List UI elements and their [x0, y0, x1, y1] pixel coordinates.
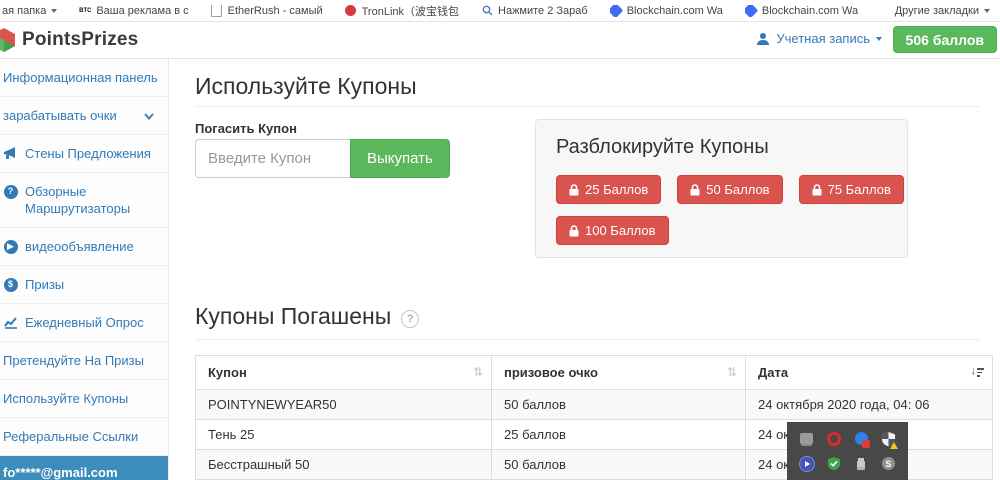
help-icon[interactable]: ? — [401, 310, 419, 328]
sort-desc-icon[interactable]: ↓ — [971, 365, 985, 378]
bookmark-label: Blockchain.com Wa — [627, 5, 723, 17]
screen: ая папка BTC Ваша реклама в с EtherRush … — [0, 0, 1000, 480]
unlock-panel-title: Разблокируйте Купоны — [556, 136, 769, 159]
opera-tray-icon[interactable] — [826, 431, 842, 447]
bookmark-item[interactable]: Нажмите 2 Зараб — [481, 5, 588, 17]
question-circle-icon: ? — [3, 184, 18, 199]
chevron-down-icon — [51, 9, 57, 13]
blockchain-icon — [745, 5, 757, 17]
stamp-tray-icon[interactable] — [853, 456, 869, 472]
blockchain-icon — [610, 5, 622, 17]
magnifier-icon — [481, 5, 493, 17]
antivirus-tray-icon[interactable] — [826, 456, 842, 472]
sidebar-item-dashboard[interactable]: Информационная панель — [0, 59, 168, 97]
document-icon — [211, 5, 223, 17]
notification-email: fo*****@gmail.com — [3, 464, 162, 480]
unlock-75-points-button[interactable]: 75 Баллов — [799, 175, 904, 204]
notes-tray-icon[interactable] — [799, 431, 815, 447]
prize-icon: $ — [3, 277, 18, 292]
sidebar-item-earn-points[interactable]: зарабатывать очки — [0, 97, 168, 135]
unlock-25-points-button[interactable]: 25 Баллов — [556, 175, 661, 204]
media-player-tray-icon[interactable] — [799, 456, 815, 472]
other-bookmarks-button[interactable]: Другие закладки — [895, 5, 990, 17]
person-icon — [756, 32, 770, 46]
redeem-coupon-label: Погасить Купон — [195, 121, 297, 136]
other-bookmarks-label: Другие закладки — [895, 5, 979, 17]
bookmark-item[interactable]: BTC Ваша реклама в с — [79, 5, 188, 17]
column-header-points[interactable]: призовое очко ⇅ — [492, 356, 746, 390]
lock-icon — [690, 184, 700, 196]
lock-icon — [569, 225, 579, 237]
sidebar-item-daily-poll[interactable]: Ежедневный Опрос — [0, 304, 168, 342]
redeemed-coupons-title: Купоны Погашены ? — [195, 303, 419, 330]
defender-shield-tray-icon[interactable] — [880, 431, 896, 447]
warning-icon — [890, 442, 898, 449]
sidebar-item-referral-links[interactable]: Реферальные Ссылки — [0, 418, 168, 456]
bookmark-item[interactable]: EtherRush - самый — [211, 5, 323, 17]
system-tray-popup: S — [787, 422, 908, 480]
redeem-button[interactable]: Выкупать — [350, 139, 450, 178]
chart-icon — [3, 315, 18, 330]
sort-icon[interactable]: ⇅ — [727, 365, 737, 379]
logo[interactable]: PointsPrizes — [0, 27, 138, 53]
table-row[interactable]: POINTYNEWYEAR50 50 баллов 24 октября 202… — [196, 390, 993, 420]
sidebar: Информационная панель зарабатывать очки … — [0, 59, 169, 480]
column-header-date[interactable]: Дата ↓ — [746, 356, 993, 390]
bookmark-item[interactable]: TronLink（波宝钱包 — [345, 3, 459, 19]
account-label: Учетная запись — [776, 31, 870, 46]
lock-icon — [569, 184, 579, 196]
logo-text: PointsPrizes — [22, 29, 138, 51]
bookmark-label: Blockchain.com Wa — [762, 5, 858, 17]
column-header-coupon[interactable]: Купон ⇅ — [196, 356, 492, 390]
sidebar-item-prizes[interactable]: $ Призы — [0, 266, 168, 304]
skype-tray-icon[interactable]: S — [880, 456, 896, 472]
tronlink-icon — [345, 5, 357, 17]
site-header: PointsPrizes Учетная запись 506 баллов — [0, 23, 1000, 59]
sidebar-item-video-ads[interactable]: ▶ видеообъявление — [0, 228, 168, 266]
megaphone-icon — [3, 146, 18, 161]
chevron-down-icon — [876, 37, 882, 41]
btc-icon: BTC — [79, 5, 91, 17]
sidebar-item-offer-walls[interactable]: Стены Предложения — [0, 135, 168, 173]
account-menu[interactable]: Учетная запись — [756, 31, 882, 46]
bookmark-label: Нажмите 2 Зараб — [498, 5, 588, 17]
points-balance-badge[interactable]: 506 баллов — [893, 26, 997, 53]
coupon-input[interactable] — [195, 139, 350, 178]
bookmark-label: ая папка — [2, 5, 46, 17]
divider — [195, 339, 980, 340]
sidebar-item-claim-prizes[interactable]: Претендуйте На Призы — [0, 342, 168, 380]
bookmark-folder[interactable]: ая папка — [2, 5, 57, 17]
unlock-50-points-button[interactable]: 50 Баллов — [677, 175, 782, 204]
divider — [195, 106, 980, 107]
bookmarks-bar: ая папка BTC Ваша реклама в с EtherRush … — [0, 0, 1000, 22]
bookmark-item[interactable]: Blockchain.com Wa — [610, 5, 723, 17]
lock-icon — [812, 184, 822, 196]
page-title: Используйте Купоны — [195, 73, 417, 100]
sidebar-item-survey-routers[interactable]: ? Обзорные Маршрутизаторы — [0, 173, 168, 228]
sort-icon[interactable]: ⇅ — [473, 365, 483, 379]
bookmark-item[interactable]: Blockchain.com Wa — [745, 5, 858, 17]
chevron-down-icon — [144, 107, 154, 124]
bonus-notification[interactable]: fo*****@gmail.com Offer Bonus Points — [0, 456, 168, 480]
bookmark-label: TronLink（波宝钱包 — [362, 3, 459, 19]
sidebar-item-use-coupons[interactable]: Используйте Купоны — [0, 380, 168, 418]
bookmark-label: Ваша реклама в с — [96, 5, 188, 17]
pointsprizes-hexagon-icon — [0, 27, 17, 53]
play-circle-icon: ▶ — [3, 239, 18, 254]
unlock-100-points-button[interactable]: 100 Баллов — [556, 216, 669, 245]
redeem-input-group: Выкупать — [195, 139, 450, 178]
messenger-tray-icon[interactable] — [853, 431, 869, 447]
chevron-down-icon — [984, 9, 990, 13]
bookmark-label: EtherRush - самый — [228, 5, 323, 17]
unlock-coupons-panel: Разблокируйте Купоны 25 Баллов 50 Баллов… — [535, 119, 908, 258]
